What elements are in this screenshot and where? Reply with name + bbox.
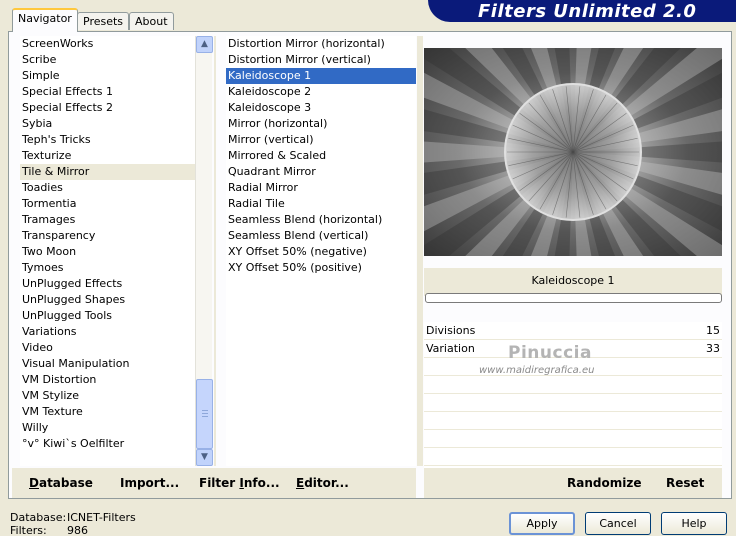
filter-name-label: Kaleidoscope 1	[424, 268, 722, 296]
filter-item[interactable]: Mirror (horizontal)	[226, 116, 416, 132]
apply-button[interactable]: Apply	[509, 512, 575, 535]
app-title: Filters Unlimited 2.0	[478, 1, 697, 22]
tab-presets[interactable]: Presets	[77, 12, 130, 30]
category-item[interactable]: VM Stylize	[20, 388, 195, 404]
scroll-up-arrow-icon[interactable]: ▲	[196, 36, 213, 53]
category-item[interactable]: Visual Manipulation	[20, 356, 195, 372]
parameter-row	[424, 376, 722, 394]
parameter-label: Divisions	[426, 324, 476, 337]
status-label: Database:	[10, 511, 67, 524]
category-item[interactable]: °v° Kiwi`s Oelfilter	[20, 436, 195, 452]
filter-item[interactable]: Kaleidoscope 2	[226, 84, 416, 100]
category-item[interactable]: UnPlugged Shapes	[20, 292, 195, 308]
parameter-row	[424, 394, 722, 412]
parameter-value[interactable]: 33	[706, 342, 720, 355]
category-item[interactable]: Video	[20, 340, 195, 356]
category-item[interactable]: Transparency	[20, 228, 195, 244]
category-item[interactable]: Willy	[20, 420, 195, 436]
parameter-row	[424, 412, 722, 430]
category-item[interactable]: Simple	[20, 68, 195, 84]
parameter-row	[424, 430, 722, 448]
parameter-label: Variation	[426, 342, 475, 355]
category-item[interactable]: Special Effects 1	[20, 84, 195, 100]
status-value: 986	[67, 524, 88, 536]
category-item[interactable]: VM Texture	[20, 404, 195, 420]
database-button[interactable]: Database	[29, 476, 93, 490]
import-button[interactable]: Import...	[120, 476, 179, 490]
filter-item[interactable]: XY Offset 50% (positive)	[226, 260, 416, 276]
category-item[interactable]: UnPlugged Tools	[20, 308, 195, 324]
filter-item[interactable]: Radial Mirror	[226, 180, 416, 196]
reset-button[interactable]: Reset	[666, 476, 704, 490]
filters-status: Filters: 986	[10, 524, 88, 536]
watermark-name: Pinuccia	[508, 343, 592, 363]
status-label: Filters:	[10, 524, 47, 536]
filter-item[interactable]: Mirror (vertical)	[226, 132, 416, 148]
tab-about[interactable]: About	[129, 12, 174, 30]
category-list[interactable]: ScreenWorks Scribe Simple Special Effects 1…	[20, 36, 195, 466]
filter-list[interactable]: Distortion Mirror (horizontal) Distortion…	[226, 36, 416, 466]
category-item[interactable]: VM Distortion	[20, 372, 195, 388]
filter-item[interactable]: Seamless Blend (horizontal)	[226, 212, 416, 228]
filter-item[interactable]: Seamless Blend (vertical)	[226, 228, 416, 244]
category-item[interactable]: Special Effects 2	[20, 100, 195, 116]
watermark-url: www.maidiregrafica.eu	[479, 365, 595, 376]
category-item[interactable]: ScreenWorks	[20, 36, 195, 52]
database-status: Database: ICNET-Filters	[10, 511, 136, 524]
category-scrollbar[interactable]: ▲ ▼	[195, 36, 213, 466]
category-item[interactable]: Toadies	[20, 180, 195, 196]
category-item[interactable]: Tramages	[20, 212, 195, 228]
status-value: ICNET-Filters	[67, 511, 136, 524]
preview-image	[424, 48, 722, 256]
filter-item[interactable]: Mirrored & Scaled	[226, 148, 416, 164]
scroll-down-arrow-icon[interactable]: ▼	[196, 449, 213, 466]
category-item[interactable]: Two Moon	[20, 244, 195, 260]
category-item[interactable]: Sybia	[20, 116, 195, 132]
list-divider	[417, 36, 423, 466]
category-item[interactable]: Scribe	[20, 52, 195, 68]
help-button[interactable]: Help	[661, 512, 727, 535]
category-item[interactable]: Tile & Mirror	[20, 164, 195, 180]
category-item[interactable]: UnPlugged Effects	[20, 276, 195, 292]
filter-item[interactable]: Quadrant Mirror	[226, 164, 416, 180]
filter-item[interactable]: Kaleidoscope 3	[226, 100, 416, 116]
parameter-row[interactable]: Divisions 15	[424, 322, 722, 340]
filter-item[interactable]: Distortion Mirror (vertical)	[226, 52, 416, 68]
parameter-row	[424, 448, 722, 466]
category-item[interactable]: Tymoes	[20, 260, 195, 276]
filter-item[interactable]: Distortion Mirror (horizontal)	[226, 36, 416, 52]
editor-button[interactable]: Editor...	[296, 476, 349, 490]
category-item[interactable]: Texturize	[20, 148, 195, 164]
category-item[interactable]: Teph's Tricks	[20, 132, 195, 148]
progress-bar	[425, 293, 722, 303]
list-divider	[214, 36, 216, 466]
cancel-button[interactable]: Cancel	[585, 512, 651, 535]
tab-navigator[interactable]: Navigator	[12, 8, 78, 32]
filter-info-button[interactable]: Filter Info...	[199, 476, 280, 490]
filter-item[interactable]: XY Offset 50% (negative)	[226, 244, 416, 260]
filter-item[interactable]: Radial Tile	[226, 196, 416, 212]
randomize-button[interactable]: Randomize	[567, 476, 641, 490]
scroll-thumb[interactable]	[196, 379, 213, 449]
category-item[interactable]: Tormentia	[20, 196, 195, 212]
filter-item[interactable]: Kaleidoscope 1	[226, 68, 416, 84]
category-item[interactable]: Variations	[20, 324, 195, 340]
parameter-value[interactable]: 15	[706, 324, 720, 337]
